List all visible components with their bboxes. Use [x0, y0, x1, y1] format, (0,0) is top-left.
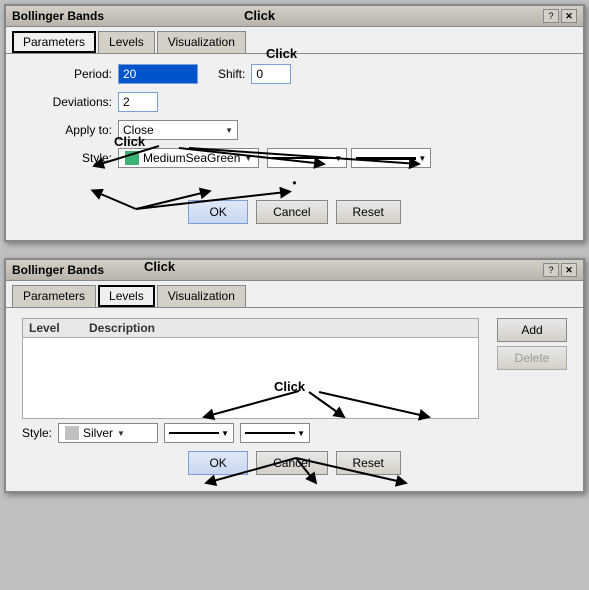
col-desc-header: Description: [89, 321, 155, 335]
period-label: Period:: [22, 67, 112, 81]
cancel-button-1[interactable]: Cancel: [256, 200, 327, 224]
style-label-1: Style:: [22, 151, 112, 165]
close-button-1[interactable]: ✕: [561, 9, 577, 23]
levels-style-label: Style:: [22, 426, 52, 440]
ok-button-1[interactable]: OK: [188, 200, 248, 224]
line-arrow-1: ▼: [334, 154, 342, 163]
line-style-box-1[interactable]: ▼: [267, 148, 347, 168]
dialog-title-2: Bollinger Bands: [12, 263, 104, 277]
tab-levels-2[interactable]: Levels: [98, 285, 155, 307]
dialog-title-1: Bollinger Bands: [12, 9, 104, 23]
levels-line-width-preview: [245, 432, 295, 434]
style-color-arrow: ▼: [244, 154, 252, 163]
line-width-preview-1: [356, 157, 416, 160]
spacer: [4, 246, 585, 250]
tab-visualization-1[interactable]: Visualization: [157, 31, 246, 53]
deviations-row: Deviations:: [22, 92, 567, 112]
deviations-label: Deviations:: [22, 95, 112, 109]
help-button-1[interactable]: ?: [543, 9, 559, 23]
title-bar-buttons-1: ? ✕: [543, 9, 577, 23]
reset-button-1[interactable]: Reset: [336, 200, 401, 224]
cancel-button-2[interactable]: Cancel: [256, 451, 327, 475]
levels-line-width-arrow: ▼: [297, 429, 305, 438]
period-input[interactable]: [118, 64, 198, 84]
button-row-1: OK Cancel Reset: [22, 200, 567, 230]
levels-color-arrow: ▼: [117, 429, 125, 438]
reset-button-2[interactable]: Reset: [336, 451, 401, 475]
levels-main-layout: Level Description Style: Silver ▼: [22, 318, 567, 443]
apply-to-dropdown[interactable]: Close ▼: [118, 120, 238, 140]
tab-visualization-2[interactable]: Visualization: [157, 285, 246, 307]
col-level-header: Level: [29, 321, 89, 335]
shift-group: Shift:: [218, 64, 291, 84]
shift-label: Shift:: [218, 67, 245, 81]
bullet-row: •: [22, 176, 567, 190]
close-button-2[interactable]: ✕: [561, 263, 577, 277]
apply-to-value: Close: [123, 123, 154, 137]
levels-line-arrow: ▼: [221, 429, 229, 438]
levels-table: Level Description: [22, 318, 479, 419]
delete-button-2: Delete: [497, 346, 567, 370]
dialog-bollinger-bands-1: Bollinger Bands ? ✕ Parameters Levels Vi…: [4, 4, 585, 242]
title-bar-2: Bollinger Bands ? ✕: [6, 260, 583, 281]
apply-to-label: Apply to:: [22, 123, 112, 137]
style-row: Style: MediumSeaGreen ▼ ▼ ▼: [22, 148, 567, 168]
deviations-input[interactable]: [118, 92, 158, 112]
levels-color-swatch: [65, 426, 79, 440]
levels-table-area: Level Description Style: Silver ▼: [22, 318, 479, 443]
levels-line-preview: [169, 432, 219, 434]
levels-line-width-box[interactable]: ▼: [240, 423, 310, 443]
button-row-2: OK Cancel Reset: [22, 451, 567, 481]
levels-line-style-box[interactable]: ▼: [164, 423, 234, 443]
ok-button-2[interactable]: OK: [188, 451, 248, 475]
bullet: •: [292, 176, 296, 190]
color-swatch-1: [125, 151, 139, 165]
title-bar-buttons-2: ? ✕: [543, 263, 577, 277]
line-width-arrow-1: ▼: [418, 154, 426, 163]
parameters-content-1: Period: Shift: Deviations: Apply to: Clo…: [6, 53, 583, 240]
levels-content-2: Level Description Style: Silver ▼: [6, 307, 583, 491]
tab-bar-1: Parameters Levels Visualization: [6, 27, 583, 53]
levels-color-dropdown[interactable]: Silver ▼: [58, 423, 158, 443]
line-preview-1: [272, 157, 332, 159]
tab-levels-1[interactable]: Levels: [98, 31, 155, 53]
add-button-2[interactable]: Add: [497, 318, 567, 342]
title-bar-1: Bollinger Bands ? ✕: [6, 6, 583, 27]
apply-to-arrow: ▼: [225, 126, 233, 135]
tab-parameters-2[interactable]: Parameters: [12, 285, 96, 307]
style-color-dropdown-1[interactable]: MediumSeaGreen ▼: [118, 148, 259, 168]
levels-color-name: Silver: [83, 426, 113, 440]
color-name-1: MediumSeaGreen: [143, 151, 240, 165]
help-button-2[interactable]: ?: [543, 263, 559, 277]
apply-to-row: Apply to: Close ▼: [22, 120, 567, 140]
line-width-box-1[interactable]: ▼: [351, 148, 431, 168]
levels-table-body: [23, 338, 478, 418]
levels-button-column: Add Delete: [497, 318, 567, 443]
levels-style-row: Style: Silver ▼ ▼ ▼: [22, 423, 479, 443]
dialog-bollinger-bands-2: Bollinger Bands ? ✕ Parameters Levels Vi…: [4, 258, 585, 493]
levels-table-header: Level Description: [23, 319, 478, 338]
period-row: Period: Shift:: [22, 64, 567, 84]
tab-bar-2: Parameters Levels Visualization: [6, 281, 583, 307]
tab-parameters-1[interactable]: Parameters: [12, 31, 96, 53]
shift-input[interactable]: [251, 64, 291, 84]
